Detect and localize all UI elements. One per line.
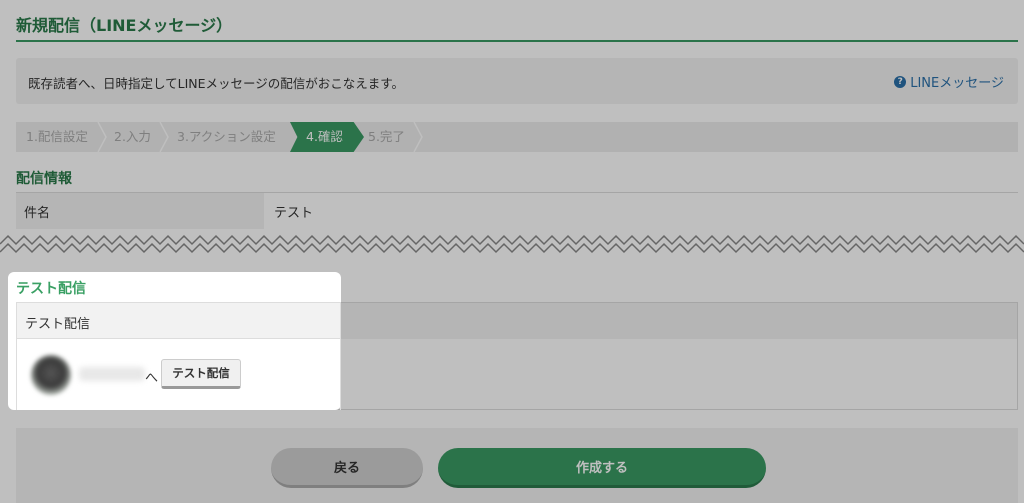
description-text: 既存読者へ、日時指定してLINEメッセージの配信がおこなえます。 [28, 76, 405, 91]
subject-value: テスト [274, 206, 314, 221]
back-button[interactable]: 戻る [271, 448, 423, 488]
subject-label: 件名 [16, 193, 264, 229]
step-1: 1.配信設定 [26, 129, 88, 144]
step-3: 3.アクション設定 [177, 129, 276, 144]
avatar [31, 355, 71, 395]
help-link-label: LINEメッセージ [910, 76, 1004, 91]
page: 新規配信（LINEメッセージ） 既存読者へ、日時指定してLINEメッセージの配信… [0, 0, 1024, 503]
step-separator [413, 122, 423, 152]
test-send-table: テスト配信 へ テスト配信 [16, 302, 341, 410]
help-link[interactable]: ? LINEメッセージ [894, 72, 1004, 91]
info-section-title: 配信情報 [16, 171, 72, 187]
zigzag-divider [0, 234, 1024, 254]
to-label: へ [145, 371, 159, 386]
test-send-highlight: テスト配信 テスト配信 へ テスト配信 [8, 272, 341, 410]
step-5: 5.完了 [368, 129, 405, 144]
test-send-button[interactable]: テスト配信 [161, 359, 241, 389]
step-indicator: 1.配信設定 2.入力 3.アクション設定 4.確認 5.完了 [16, 122, 1018, 152]
recipient-name-blurred [79, 367, 145, 381]
question-icon: ? [894, 75, 907, 88]
test-section-title: テスト配信 [16, 281, 86, 297]
page-title: 新規配信（LINEメッセージ） [16, 16, 233, 35]
info-table: 件名 テスト [16, 192, 1018, 229]
step-4-active: 4.確認 [290, 122, 364, 152]
step-2: 2.入力 [114, 129, 151, 144]
step-separator [97, 122, 107, 152]
create-button[interactable]: 作成する [438, 448, 766, 488]
title-divider [16, 40, 1018, 42]
description-box: 既存読者へ、日時指定してLINEメッセージの配信がおこなえます。 ? LINEメ… [16, 58, 1018, 104]
test-send-header: テスト配信 [17, 303, 340, 339]
step-separator [159, 122, 169, 152]
